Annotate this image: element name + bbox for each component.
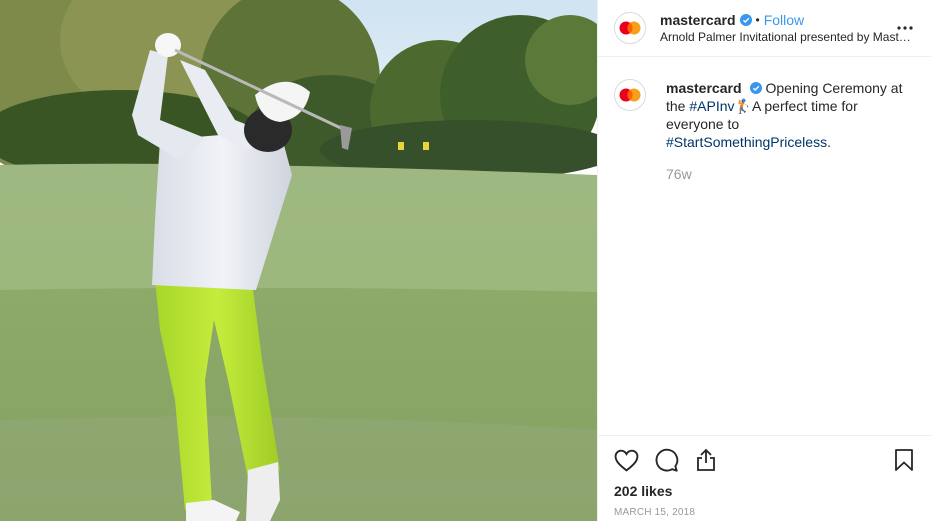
- mastercard-logo-icon: [619, 88, 641, 102]
- caption-time-ago[interactable]: 76w: [666, 165, 906, 183]
- caption-text: mastercard Opening Ceremony at the #APInv…: [666, 79, 906, 151]
- action-bar: [614, 436, 915, 484]
- golfer-photo-image: [0, 0, 597, 521]
- heart-icon: [614, 449, 639, 472]
- location-link[interactable]: Arnold Palmer Invitational presented by …: [660, 29, 915, 45]
- post-header: mastercard • Follow Arnold Palmer Invita…: [598, 0, 931, 57]
- likes-count[interactable]: 202 likes: [614, 482, 915, 500]
- caption-text-end: .: [827, 134, 831, 150]
- bookmark-icon: [895, 449, 913, 471]
- save-button[interactable]: [875, 440, 915, 480]
- post-photo[interactable]: [0, 0, 597, 521]
- share-icon: [697, 448, 715, 471]
- header-text: mastercard • Follow Arnold Palmer Invita…: [660, 11, 915, 45]
- profile-avatar[interactable]: [614, 12, 646, 44]
- post-footer: 202 likes March 15, 2018: [598, 435, 931, 518]
- post-date[interactable]: March 15, 2018: [614, 507, 915, 518]
- comment-icon: [655, 448, 679, 472]
- separator-dot: •: [755, 13, 760, 27]
- caption-comment: mastercard Opening Ceremony at the #APInv…: [598, 57, 931, 183]
- verified-badge-icon: [739, 14, 752, 26]
- post-sidebar: mastercard • Follow Arnold Palmer Invita…: [597, 0, 931, 521]
- verified-badge-icon: [749, 82, 762, 94]
- golfer-emoji: 🏌: [734, 98, 752, 114]
- more-options-icon[interactable]: [895, 18, 915, 38]
- caption-body: mastercard Opening Ceremony at the #APInv…: [666, 79, 906, 183]
- header-username[interactable]: mastercard: [660, 11, 736, 29]
- header-name-row: mastercard • Follow: [660, 11, 915, 29]
- hashtag-startsomethingpriceless[interactable]: #StartSomethingPriceless: [666, 134, 827, 150]
- like-button[interactable]: [614, 440, 654, 480]
- caption-avatar[interactable]: [614, 79, 646, 111]
- comment-button[interactable]: [654, 440, 694, 480]
- follow-button[interactable]: Follow: [764, 11, 804, 29]
- hashtag-apinv[interactable]: #APInv: [689, 98, 734, 114]
- instagram-post: mastercard • Follow Arnold Palmer Invita…: [0, 0, 931, 521]
- caption-username[interactable]: mastercard: [666, 80, 742, 96]
- mastercard-logo-icon: [619, 21, 641, 35]
- share-button[interactable]: [694, 440, 734, 480]
